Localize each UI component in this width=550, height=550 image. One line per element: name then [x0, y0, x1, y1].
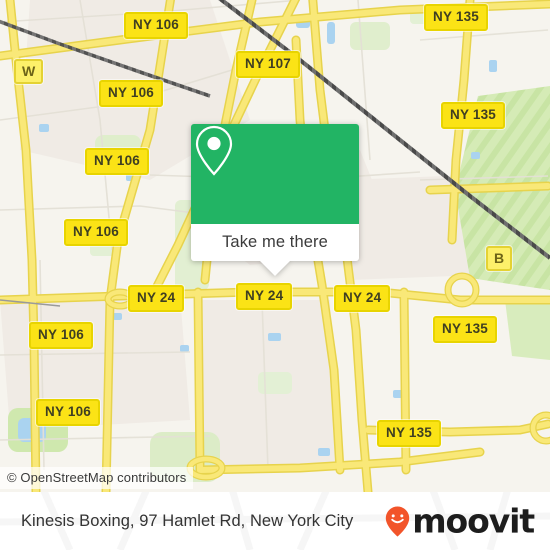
shield-ny-107: NY 107 — [236, 51, 300, 78]
popup-action-area[interactable]: Take me there — [191, 224, 359, 276]
map-pin-icon — [195, 125, 233, 176]
shield-ny-106: NY 106 — [36, 399, 100, 426]
popup-action-label: Take me there — [222, 233, 328, 251]
shield-ny-135: NY 135 — [441, 102, 505, 129]
shield-ny-106: NY 106 — [124, 12, 188, 39]
footer-bar: Kinesis Boxing, 97 Hamlet Rd, New York C… — [0, 492, 550, 550]
shield-ny-106: NY 106 — [29, 322, 93, 349]
shield-w: W — [14, 59, 44, 84]
osm-attribution[interactable]: © OpenStreetMap contributors — [0, 467, 194, 489]
map-screenshot: NY 106 NY 135 NY 107 NY 106 NY 135 W NY … — [0, 0, 550, 550]
shield-b: B — [486, 246, 513, 271]
moovit-pin-icon — [386, 506, 410, 536]
location-popup-card[interactable]: Take me there — [191, 124, 359, 276]
shield-ny-106: NY 106 — [85, 148, 149, 175]
shield-ny-135: NY 135 — [424, 4, 488, 31]
moovit-logo[interactable]: moovit — [384, 501, 535, 541]
shield-ny-135: NY 135 — [377, 420, 441, 447]
moovit-wordmark: moovit — [412, 501, 535, 541]
shield-ny-24: NY 24 — [334, 285, 391, 312]
place-address: Kinesis Boxing, 97 Hamlet Rd, New York C… — [21, 511, 354, 530]
shield-ny-106: NY 106 — [99, 80, 163, 107]
shield-ny-135: NY 135 — [433, 316, 497, 343]
shield-ny-106: NY 106 — [64, 219, 128, 246]
map-canvas[interactable]: NY 106 NY 135 NY 107 NY 106 NY 135 W NY … — [0, 0, 550, 492]
shield-ny-24: NY 24 — [236, 283, 293, 310]
shield-ny-24: NY 24 — [128, 285, 185, 312]
popup-tail — [260, 261, 290, 276]
popup-icon-area — [191, 124, 359, 224]
